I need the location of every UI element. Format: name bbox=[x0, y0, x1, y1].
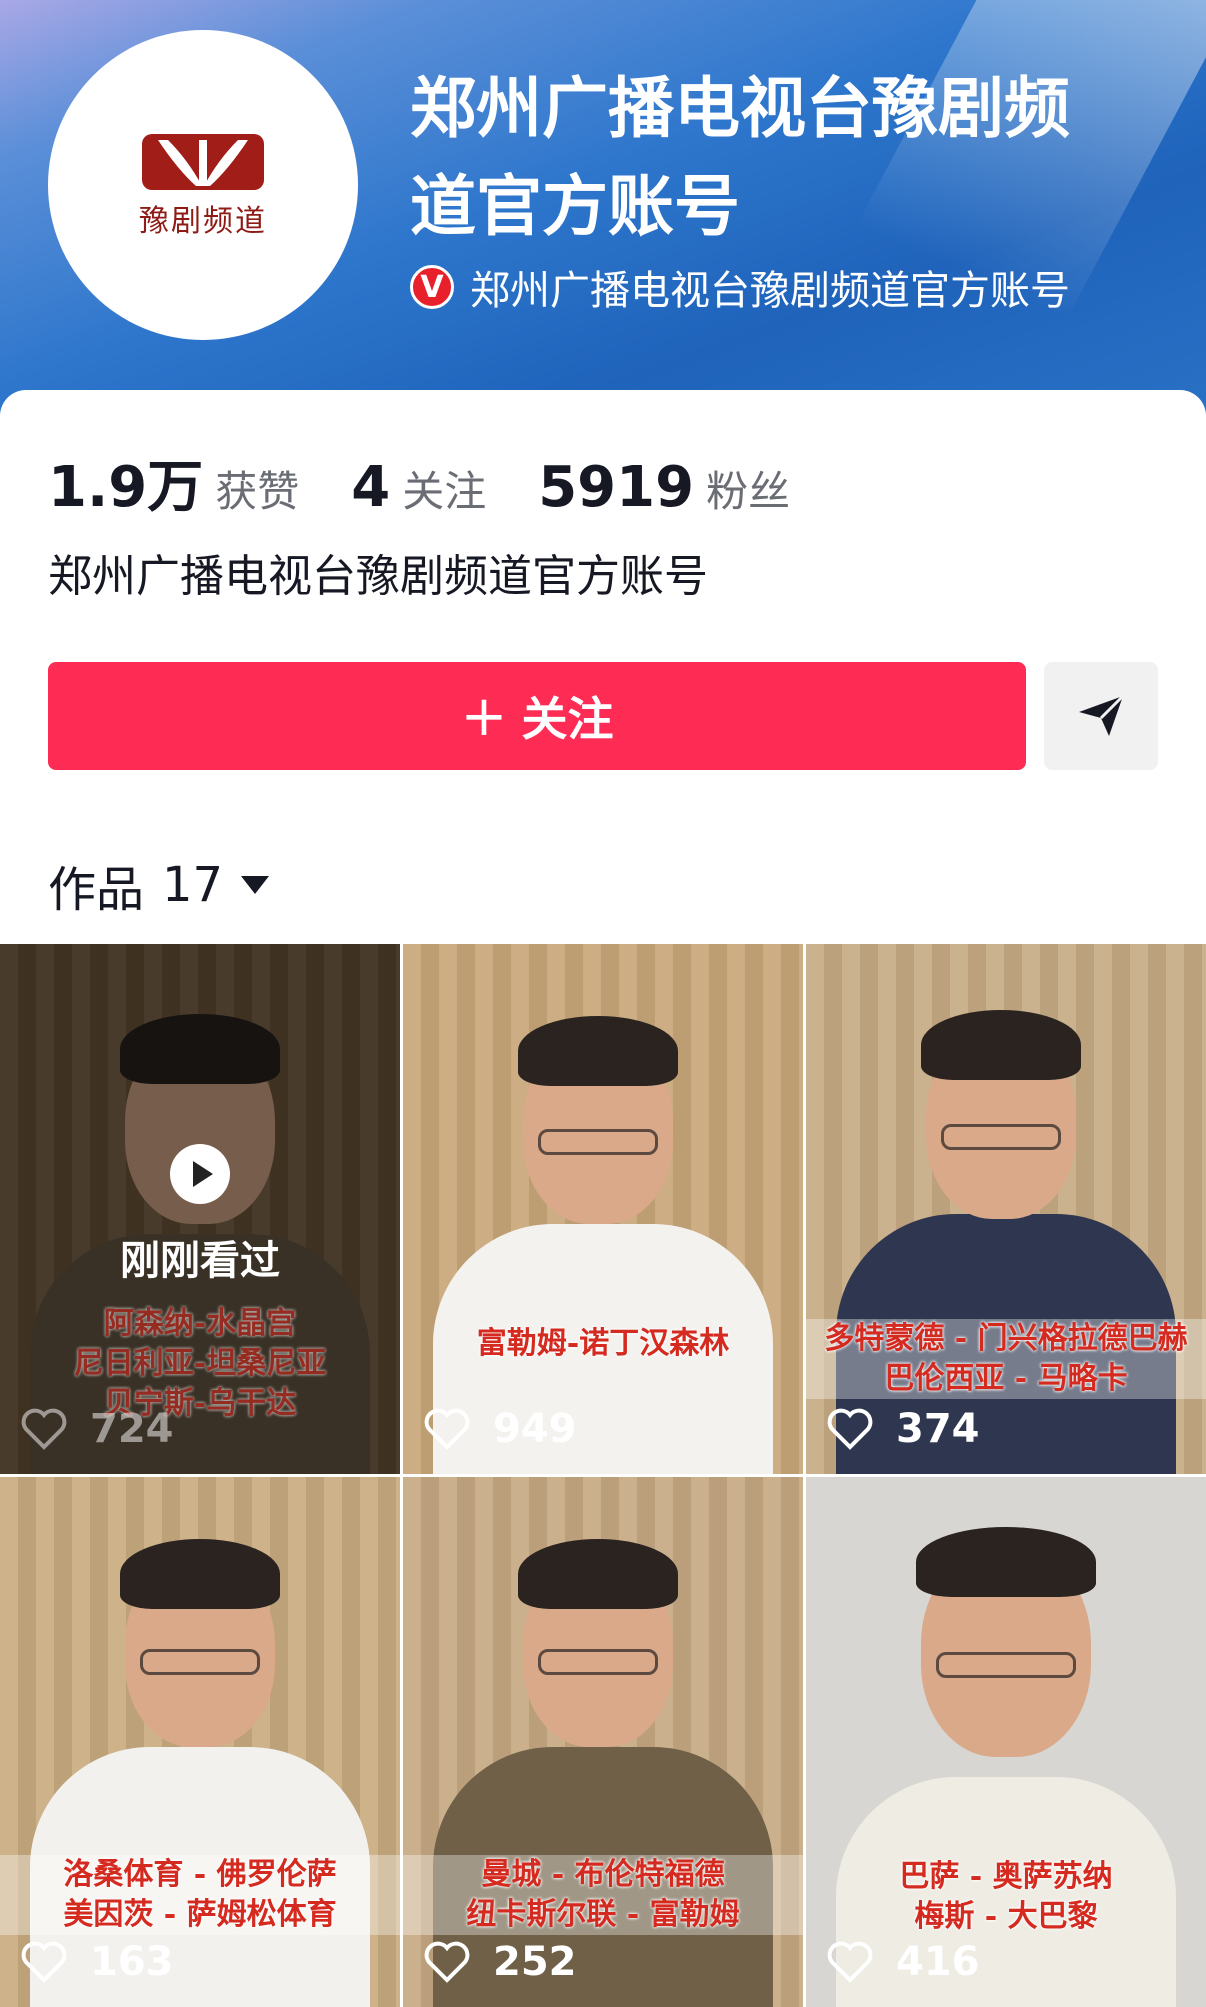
video-likes: 949 bbox=[423, 1406, 577, 1452]
video-caption: 巴萨 - 奥萨苏纳 梅斯 - 大巴黎 bbox=[899, 1859, 1113, 1934]
heart-icon bbox=[21, 1408, 67, 1450]
video-likes: 724 bbox=[20, 1406, 174, 1452]
video-caption: 曼城 - 布伦特福德 纽卡斯尔联 - 富勒姆 bbox=[403, 1855, 803, 1935]
works-tab[interactable]: 作品 17 bbox=[48, 850, 270, 920]
stat-number: 5919 bbox=[538, 455, 695, 520]
video-caption: 洛桑体育 - 佛罗伦萨 美因茨 - 萨姆松体育 bbox=[0, 1855, 400, 1935]
works-count: 17 bbox=[162, 857, 224, 913]
video-likes: 252 bbox=[423, 1939, 577, 1985]
video-tile[interactable]: 富勒姆-诺丁汉森林 949 bbox=[403, 944, 803, 1474]
verified-text: 郑州广播电视台豫剧频道官方账号 bbox=[470, 268, 1070, 314]
send-icon bbox=[1079, 694, 1125, 736]
likes-count: 163 bbox=[90, 1939, 174, 1985]
video-caption: 多特蒙德 - 门兴格拉德巴赫 巴伦西亚 - 马略卡 bbox=[806, 1319, 1206, 1399]
profile-card: 1.9万 获赞 4 关注 5919 粉丝 郑州广播电视台豫剧频道官方账号 + 关… bbox=[0, 390, 1206, 2007]
heart-icon bbox=[424, 1408, 470, 1450]
stat-number: 1.9万 bbox=[48, 455, 204, 520]
likes-count: 724 bbox=[90, 1406, 174, 1452]
stats-row: 1.9万 获赞 4 关注 5919 粉丝 bbox=[48, 442, 842, 523]
heart-icon bbox=[21, 1941, 67, 1983]
stat-label: 获赞 bbox=[215, 467, 300, 516]
avatar-logo-text: 豫剧频道 bbox=[139, 204, 267, 239]
heart-icon bbox=[827, 1941, 873, 1983]
video-likes: 163 bbox=[20, 1939, 174, 1985]
video-tile[interactable]: 多特蒙德 - 门兴格拉德巴赫 巴伦西亚 - 马略卡 374 bbox=[806, 944, 1206, 1474]
likes-count: 252 bbox=[493, 1939, 577, 1985]
likes-count: 949 bbox=[493, 1406, 577, 1452]
stat-followers[interactable]: 5919 粉丝 bbox=[538, 455, 790, 520]
stat-following[interactable]: 4 关注 bbox=[351, 455, 486, 520]
video-caption: 富勒姆-诺丁汉森林 bbox=[476, 1326, 730, 1361]
heart-icon bbox=[827, 1408, 873, 1450]
follow-button[interactable]: + 关注 bbox=[48, 662, 1026, 770]
video-tile[interactable]: 洛桑体育 - 佛罗伦萨 美因茨 - 萨姆松体育 163 bbox=[0, 1477, 400, 2007]
stat-number: 4 bbox=[351, 455, 391, 520]
recently-viewed-overlay: 刚刚看过 bbox=[0, 1144, 400, 1286]
follow-label: 关注 bbox=[521, 692, 614, 746]
works-label: 作品 bbox=[48, 862, 145, 918]
video-tile[interactable]: 曼城 - 布伦特福德 纽卡斯尔联 - 富勒姆 252 bbox=[403, 1477, 803, 2007]
play-icon bbox=[170, 1144, 230, 1204]
stat-likes[interactable]: 1.9万 获赞 bbox=[48, 442, 299, 523]
likes-count: 416 bbox=[896, 1939, 980, 1985]
profile-bio: 郑州广播电视台豫剧频道官方账号 bbox=[48, 551, 708, 602]
video-tile[interactable]: 巴萨 - 奥萨苏纳 梅斯 - 大巴黎 416 bbox=[806, 1477, 1206, 2007]
profile-header: 豫剧频道 郑州广播电视台豫剧频道官方账号 V 郑州广播电视台豫剧频道官方账号 bbox=[0, 0, 1206, 430]
account-name: 郑州广播电视台豫剧频道官方账号 bbox=[410, 70, 1070, 245]
recently-viewed-label: 刚刚看过 bbox=[120, 1238, 280, 1284]
share-button[interactable] bbox=[1044, 662, 1158, 770]
video-likes: 374 bbox=[826, 1406, 980, 1452]
video-likes: 416 bbox=[826, 1939, 980, 1985]
caret-down-icon[interactable] bbox=[241, 876, 270, 894]
likes-count: 374 bbox=[896, 1406, 980, 1452]
verified-badge: V 郑州广播电视台豫剧频道官方账号 bbox=[410, 258, 1070, 316]
channel-logo-icon bbox=[142, 134, 264, 190]
avatar[interactable]: 豫剧频道 bbox=[48, 30, 358, 340]
plus-icon: + bbox=[460, 683, 508, 749]
stat-label: 关注 bbox=[402, 467, 487, 516]
video-tile[interactable]: 刚刚看过 阿森纳-水晶宫 尼日利亚-坦桑尼亚 贝宁斯-乌干达 724 bbox=[0, 944, 400, 1474]
verified-icon: V bbox=[410, 265, 454, 309]
stat-label: 粉丝 bbox=[706, 467, 791, 516]
heart-icon bbox=[424, 1941, 470, 1983]
